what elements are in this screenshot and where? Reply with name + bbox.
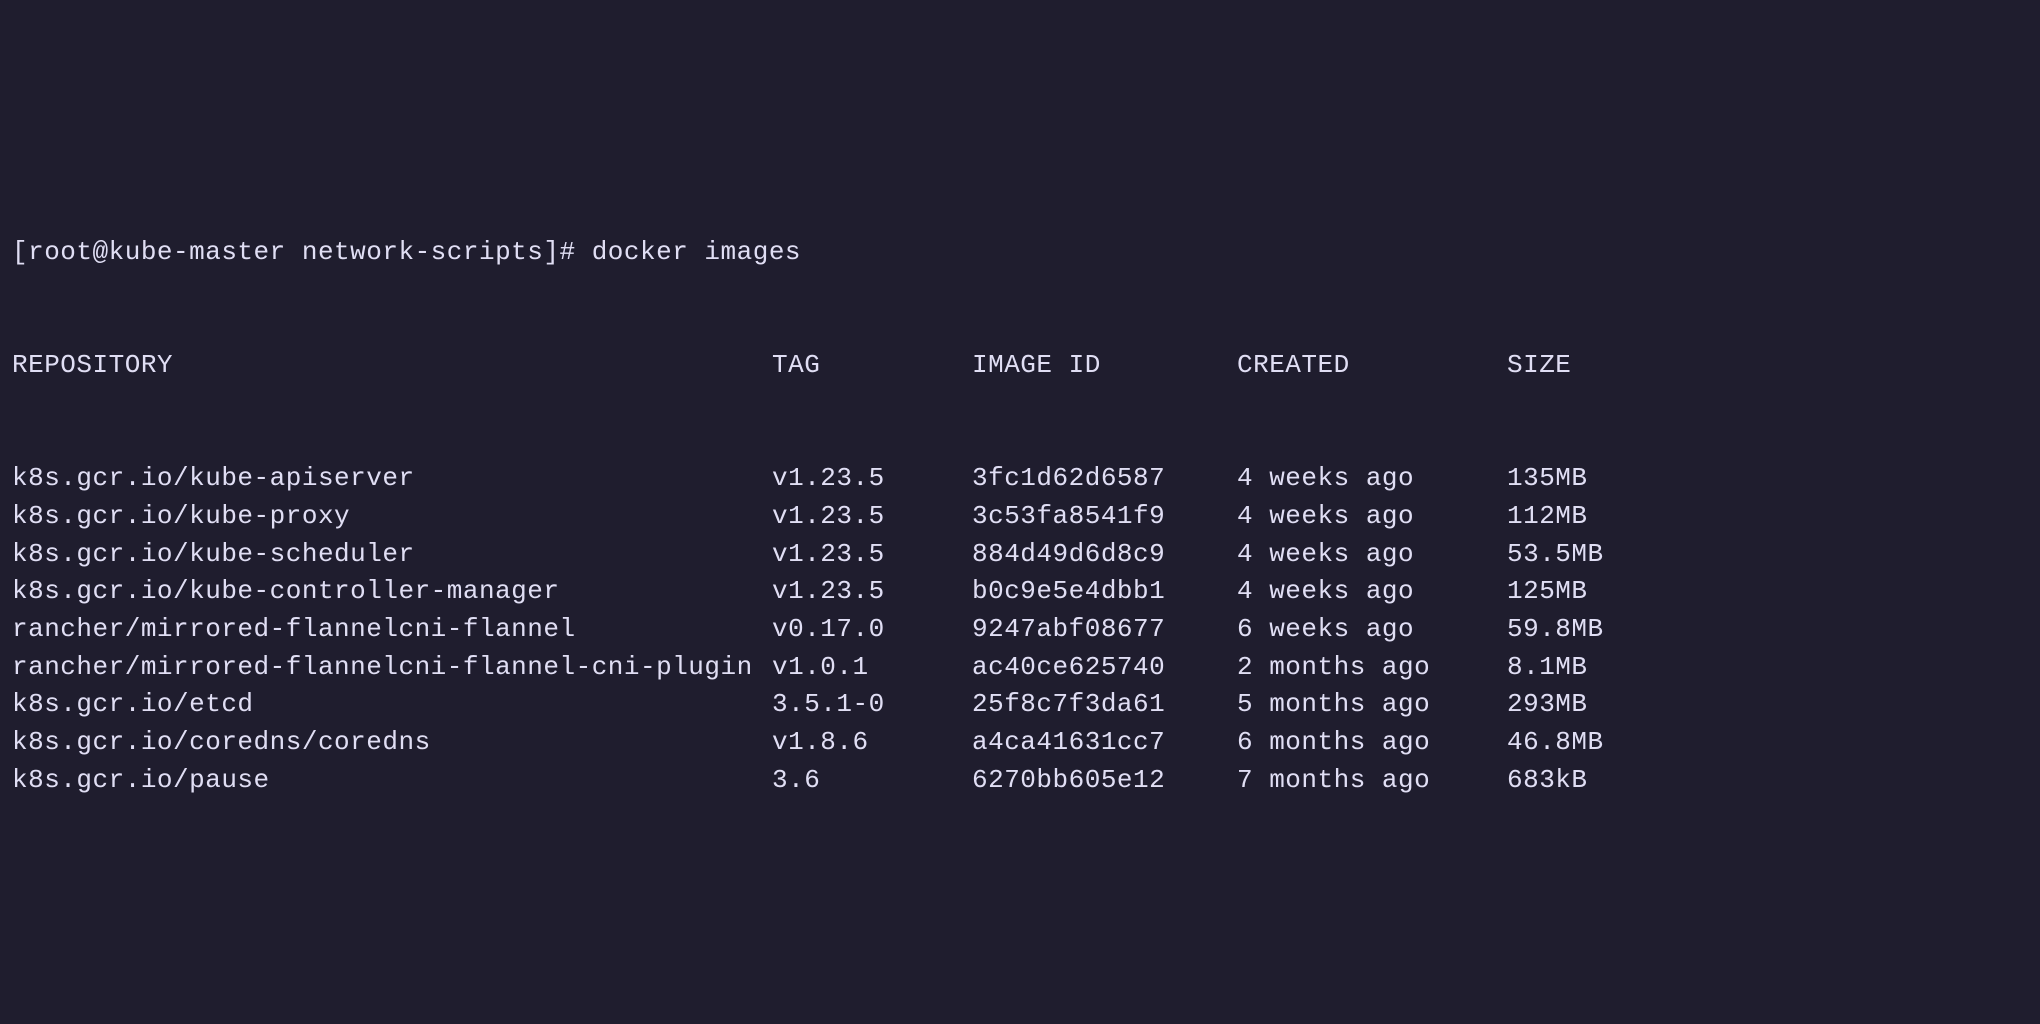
cell-image-id: 3fc1d62d6587: [972, 460, 1237, 498]
cell-tag: 3.5.1-0: [772, 686, 972, 724]
table-row: k8s.gcr.io/kube-apiserverv1.23.53fc1d62d…: [12, 460, 2028, 498]
header-tag: TAG: [772, 347, 972, 385]
cell-created: 6 months ago: [1237, 724, 1507, 762]
command-line: [root@kube-master network-scripts]# dock…: [12, 234, 2028, 272]
header-size: SIZE: [1507, 347, 1571, 385]
cell-tag: v1.23.5: [772, 460, 972, 498]
cell-tag: v1.23.5: [772, 536, 972, 574]
cell-created: 4 weeks ago: [1237, 498, 1507, 536]
cell-size: 135MB: [1507, 460, 1588, 498]
cell-tag: v1.8.6: [772, 724, 972, 762]
cell-image-id: 3c53fa8541f9: [972, 498, 1237, 536]
table-row: k8s.gcr.io/kube-proxyv1.23.53c53fa8541f9…: [12, 498, 2028, 536]
table-header: REPOSITORYTAGIMAGE IDCREATEDSIZE: [12, 347, 2028, 385]
table-row: k8s.gcr.io/coredns/corednsv1.8.6a4ca4163…: [12, 724, 2028, 762]
table-row: rancher/mirrored-flannelcni-flannelv0.17…: [12, 611, 2028, 649]
cell-repository: k8s.gcr.io/pause: [12, 762, 772, 800]
shell-prompt: [root@kube-master network-scripts]#: [12, 234, 592, 272]
cell-repository: k8s.gcr.io/etcd: [12, 686, 772, 724]
terminal-output[interactable]: [root@kube-master network-scripts]# dock…: [12, 159, 2028, 837]
cell-created: 7 months ago: [1237, 762, 1507, 800]
cell-image-id: a4ca41631cc7: [972, 724, 1237, 762]
cell-created: 4 weeks ago: [1237, 573, 1507, 611]
cell-created: 5 months ago: [1237, 686, 1507, 724]
cell-size: 125MB: [1507, 573, 1588, 611]
cell-repository: rancher/mirrored-flannelcni-flannel: [12, 611, 772, 649]
cell-created: 4 weeks ago: [1237, 460, 1507, 498]
header-created: CREATED: [1237, 347, 1507, 385]
cell-tag: v1.23.5: [772, 498, 972, 536]
header-image-id: IMAGE ID: [972, 347, 1237, 385]
cell-tag: v1.0.1: [772, 649, 972, 687]
cell-image-id: 25f8c7f3da61: [972, 686, 1237, 724]
command-text: docker images: [592, 234, 801, 272]
cell-repository: k8s.gcr.io/kube-apiserver: [12, 460, 772, 498]
table-row: rancher/mirrored-flannelcni-flannel-cni-…: [12, 649, 2028, 687]
cell-repository: k8s.gcr.io/kube-proxy: [12, 498, 772, 536]
cell-size: 112MB: [1507, 498, 1588, 536]
table-row: k8s.gcr.io/kube-controller-managerv1.23.…: [12, 573, 2028, 611]
cell-tag: 3.6: [772, 762, 972, 800]
table-row: k8s.gcr.io/kube-schedulerv1.23.5884d49d6…: [12, 536, 2028, 574]
cell-image-id: 9247abf08677: [972, 611, 1237, 649]
cell-repository: k8s.gcr.io/kube-controller-manager: [12, 573, 772, 611]
table-row: k8s.gcr.io/etcd3.5.1-025f8c7f3da615 mont…: [12, 686, 2028, 724]
cell-size: 59.8MB: [1507, 611, 1604, 649]
cell-image-id: b0c9e5e4dbb1: [972, 573, 1237, 611]
cell-created: 6 weeks ago: [1237, 611, 1507, 649]
cell-size: 46.8MB: [1507, 724, 1604, 762]
cell-image-id: 6270bb605e12: [972, 762, 1237, 800]
cell-created: 2 months ago: [1237, 649, 1507, 687]
cell-repository: rancher/mirrored-flannelcni-flannel-cni-…: [12, 649, 772, 687]
cell-tag: v1.23.5: [772, 573, 972, 611]
cell-size: 53.5MB: [1507, 536, 1604, 574]
cell-repository: k8s.gcr.io/coredns/coredns: [12, 724, 772, 762]
cell-size: 683kB: [1507, 762, 1588, 800]
header-repository: REPOSITORY: [12, 347, 772, 385]
cell-image-id: 884d49d6d8c9: [972, 536, 1237, 574]
cell-tag: v0.17.0: [772, 611, 972, 649]
cell-image-id: ac40ce625740: [972, 649, 1237, 687]
cell-repository: k8s.gcr.io/kube-scheduler: [12, 536, 772, 574]
cell-size: 293MB: [1507, 686, 1588, 724]
cell-size: 8.1MB: [1507, 649, 1588, 687]
table-row: k8s.gcr.io/pause3.66270bb605e127 months …: [12, 762, 2028, 800]
cell-created: 4 weeks ago: [1237, 536, 1507, 574]
